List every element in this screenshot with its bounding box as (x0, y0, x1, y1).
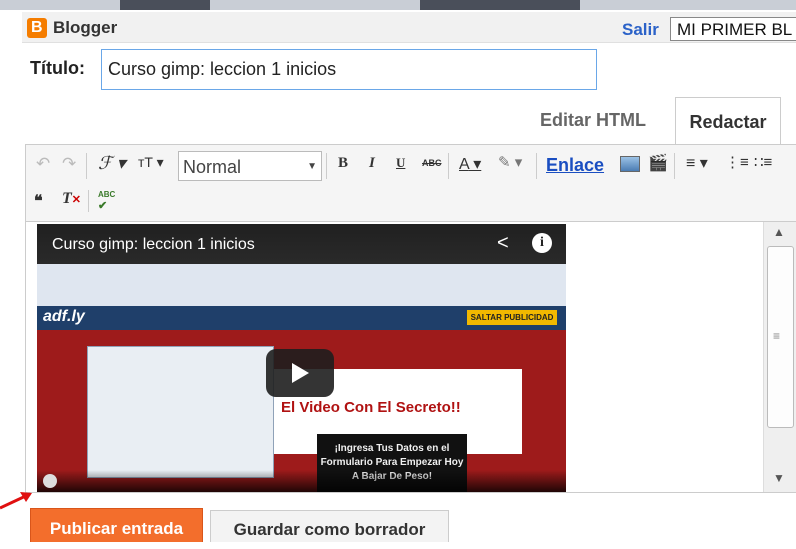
scroll-up-icon[interactable]: ▲ (773, 225, 785, 239)
highlight-icon[interactable]: ✎ ▾ (498, 153, 522, 171)
embedded-video[interactable]: Curso gimp: leccion 1 inicios < i adf.ly… (37, 224, 566, 492)
window-top-strip (0, 0, 796, 10)
font-style-select[interactable]: Normal ▼ (178, 151, 322, 181)
font-style-value: Normal (183, 157, 242, 177)
strikethrough-icon[interactable]: ABC (422, 158, 442, 168)
grip-icon: ≡ (773, 329, 781, 343)
scroll-thumb[interactable] (767, 246, 794, 428)
font-family-icon[interactable]: ℱ ▾ (98, 153, 126, 174)
play-icon (292, 363, 309, 383)
tab-edit-html[interactable]: Editar HTML (540, 110, 646, 131)
editor-scrollbar[interactable]: ▲ ≡ ▼ (763, 222, 796, 492)
blogger-header: B Blogger Salir MI PRIMER BL (22, 12, 796, 43)
video-title[interactable]: Curso gimp: leccion 1 inicios (52, 236, 255, 254)
title-label: Título: (30, 58, 85, 78)
post-title-input[interactable] (101, 49, 597, 90)
info-icon[interactable]: i (532, 233, 552, 253)
skip-ad-badge: SALTAR PUBLICIDAD (467, 310, 557, 325)
redo-icon[interactable]: ↷ (62, 154, 76, 174)
share-icon[interactable]: < (497, 232, 509, 255)
publish-button[interactable]: Publicar entrada (30, 508, 203, 542)
link-button[interactable]: Enlace (546, 155, 604, 176)
scroll-down-icon[interactable]: ▼ (773, 471, 785, 485)
text-color-label: A (459, 156, 469, 173)
video-adfly-bar: adf.ly SALTAR PUBLICIDAD (37, 306, 566, 330)
text-color-icon[interactable]: A ▾ (459, 154, 481, 174)
bullet-list-icon[interactable]: ∷≡ (754, 153, 772, 171)
play-button[interactable] (266, 349, 334, 397)
video-progress-bar[interactable] (37, 470, 566, 492)
chevron-down-icon: ▼ (307, 161, 317, 172)
blogger-logo-icon: B (27, 18, 47, 38)
clear-format-icon[interactable]: T✕ (62, 190, 81, 208)
video-browser-chrome (37, 264, 566, 306)
spellcheck-label: ABC (98, 190, 116, 199)
blog-selector[interactable]: MI PRIMER BL (670, 17, 796, 41)
video-caption: El Video Con El Secreto!! (281, 399, 461, 416)
video-title-bar: Curso gimp: leccion 1 inicios < i (37, 224, 566, 264)
video-icon[interactable]: 🎬 (648, 153, 668, 173)
editor-toolbar: ↶ ↷ ℱ ▾ ᴛT ▾ Normal ▼ B I U ABC A ▾ ✎ ▾ … (25, 144, 796, 222)
video-scrubber[interactable] (43, 474, 57, 488)
bold-icon[interactable]: B (338, 155, 348, 172)
signout-link[interactable]: Salir (622, 20, 659, 40)
numbered-list-icon[interactable]: ⋮≡ (725, 153, 749, 171)
italic-icon[interactable]: I (369, 155, 375, 172)
adfly-logo: adf.ly (43, 308, 85, 325)
brand-name: Blogger (53, 18, 118, 37)
red-arrow-icon (0, 492, 32, 510)
align-icon[interactable]: ≡ ▾ (686, 153, 708, 173)
font-size-icon[interactable]: ᴛT ▾ (138, 154, 164, 171)
save-draft-button[interactable]: Guardar como borrador (210, 510, 449, 542)
image-icon[interactable] (620, 156, 640, 172)
undo-icon[interactable]: ↶ (36, 154, 50, 174)
video-download-panel (87, 346, 274, 478)
spellcheck-icon[interactable]: ABC ✔ (98, 190, 115, 212)
tab-compose[interactable]: Redactar (675, 97, 781, 145)
underline-icon[interactable]: U (396, 155, 405, 171)
quote-icon[interactable]: ❝ (34, 191, 43, 211)
